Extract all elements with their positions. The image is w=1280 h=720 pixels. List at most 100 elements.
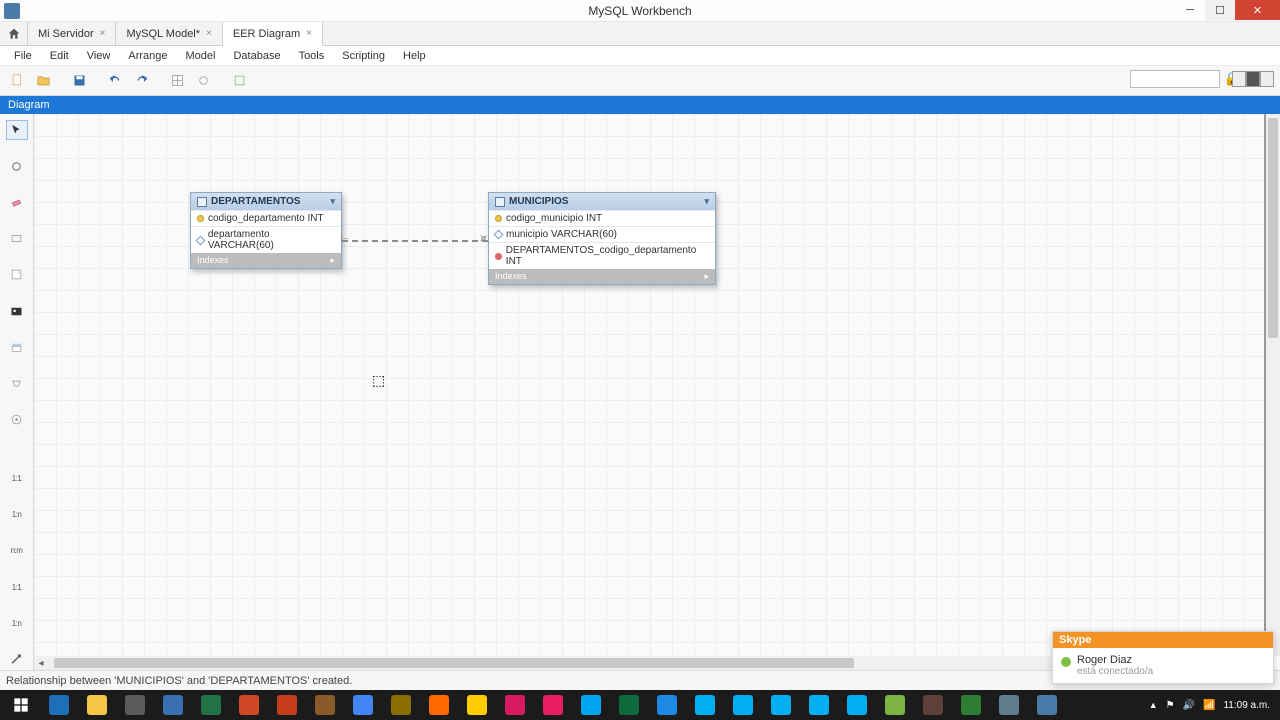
menu-edit[interactable]: Edit bbox=[42, 48, 77, 64]
snap-button[interactable] bbox=[192, 70, 214, 92]
close-icon[interactable]: × bbox=[206, 28, 212, 39]
taskbar-item[interactable] bbox=[116, 690, 154, 720]
tray-clock[interactable]: 11:09 a.m. bbox=[1223, 700, 1270, 711]
menu-help[interactable]: Help bbox=[395, 48, 434, 64]
taskbar-item[interactable] bbox=[534, 690, 572, 720]
entity-header[interactable]: DEPARTAMENTOS ▾ bbox=[191, 193, 341, 210]
column-row[interactable]: DEPARTAMENTOS_codigo_departamento INT bbox=[489, 242, 715, 269]
eraser-tool[interactable] bbox=[6, 192, 28, 212]
menu-file[interactable]: File bbox=[6, 48, 40, 64]
layer-tool[interactable] bbox=[6, 229, 28, 249]
undo-button[interactable] bbox=[104, 70, 126, 92]
tray-network-icon[interactable]: 📶 bbox=[1203, 700, 1215, 711]
minimize-button[interactable]: ─ bbox=[1175, 0, 1205, 20]
tray-volume-icon[interactable]: 🔊 bbox=[1183, 700, 1195, 711]
rel-1-n-nonident-tool[interactable]: 1:n bbox=[6, 505, 28, 525]
rel-existing-tool[interactable] bbox=[6, 650, 28, 670]
home-tab[interactable] bbox=[0, 22, 28, 45]
save-button[interactable] bbox=[68, 70, 90, 92]
tab-mi-servidor[interactable]: Mi Servidor × bbox=[28, 22, 116, 45]
taskbar-item[interactable] bbox=[572, 690, 610, 720]
entity-municipios[interactable]: MUNICIPIOS ▾ codigo_municipio INT munici… bbox=[488, 192, 716, 285]
relationship-line[interactable] bbox=[342, 240, 488, 242]
tray-icon[interactable]: ⚑ bbox=[1166, 700, 1175, 711]
diagram-canvas[interactable]: DEPARTAMENTOS ▾ codigo_departamento INT … bbox=[34, 114, 1266, 656]
scrollbar-thumb[interactable] bbox=[54, 658, 854, 668]
close-button[interactable]: ✕ bbox=[1235, 0, 1280, 20]
taskbar-item[interactable] bbox=[990, 690, 1028, 720]
column-row[interactable]: municipio VARCHAR(60) bbox=[489, 226, 715, 242]
entity-footer[interactable]: Indexes▸ bbox=[489, 269, 715, 284]
image-tool[interactable] bbox=[6, 301, 28, 321]
taskbar-item[interactable] bbox=[420, 690, 458, 720]
taskbar-item[interactable] bbox=[686, 690, 724, 720]
app-icon bbox=[277, 695, 297, 715]
close-icon[interactable]: × bbox=[306, 28, 312, 39]
scroll-left-icon[interactable]: ◂ bbox=[34, 658, 48, 669]
menu-database[interactable]: Database bbox=[225, 48, 288, 64]
export-button[interactable] bbox=[228, 70, 250, 92]
close-icon[interactable]: × bbox=[100, 28, 106, 39]
new-button[interactable] bbox=[6, 70, 28, 92]
hand-tool[interactable] bbox=[6, 156, 28, 176]
taskbar-item[interactable] bbox=[838, 690, 876, 720]
rel-1-1-nonident-tool[interactable]: 1:1 bbox=[6, 469, 28, 489]
taskbar-item[interactable] bbox=[344, 690, 382, 720]
column-row[interactable]: departamento VARCHAR(60) bbox=[191, 226, 341, 253]
taskbar-item[interactable] bbox=[762, 690, 800, 720]
system-tray[interactable]: ▲ ⚑ 🔊 📶 11:09 a.m. bbox=[1149, 700, 1276, 711]
view-tool[interactable] bbox=[6, 373, 28, 393]
taskbar-item[interactable] bbox=[268, 690, 306, 720]
taskbar-item[interactable] bbox=[458, 690, 496, 720]
open-button[interactable] bbox=[32, 70, 54, 92]
app-icon bbox=[163, 695, 183, 715]
vertical-scrollbar[interactable] bbox=[1266, 114, 1280, 656]
menu-view[interactable]: View bbox=[79, 48, 119, 64]
note-tool[interactable] bbox=[6, 265, 28, 285]
menu-tools[interactable]: Tools bbox=[291, 48, 333, 64]
taskbar-item[interactable] bbox=[154, 690, 192, 720]
taskbar-item[interactable] bbox=[40, 690, 78, 720]
filter-icon[interactable]: ▾ bbox=[704, 196, 709, 207]
taskbar-item[interactable] bbox=[800, 690, 838, 720]
taskbar-item[interactable] bbox=[1028, 690, 1066, 720]
filter-icon[interactable]: ▾ bbox=[330, 196, 335, 207]
rel-1-n-ident-tool[interactable]: 1:n bbox=[6, 614, 28, 634]
tab-mysql-model[interactable]: MySQL Model* × bbox=[116, 22, 222, 45]
entity-footer[interactable]: Indexes▸ bbox=[191, 253, 341, 268]
start-button[interactable] bbox=[4, 690, 38, 720]
maximize-button[interactable]: ☐ bbox=[1205, 0, 1235, 20]
taskbar-item[interactable] bbox=[952, 690, 990, 720]
entity-header[interactable]: MUNICIPIOS ▾ bbox=[489, 193, 715, 210]
routine-tool[interactable] bbox=[6, 410, 28, 430]
taskbar-item[interactable] bbox=[876, 690, 914, 720]
entity-departamentos[interactable]: DEPARTAMENTOS ▾ codigo_departamento INT … bbox=[190, 192, 342, 269]
redo-button[interactable] bbox=[130, 70, 152, 92]
taskbar-item[interactable] bbox=[306, 690, 344, 720]
taskbar-item[interactable] bbox=[724, 690, 762, 720]
pointer-tool[interactable] bbox=[6, 120, 28, 140]
taskbar-item[interactable] bbox=[648, 690, 686, 720]
column-row[interactable]: codigo_departamento INT bbox=[191, 210, 341, 226]
rel-n-m-tool[interactable]: n:m bbox=[6, 541, 28, 561]
rel-1-1-ident-tool[interactable]: 1:1 bbox=[6, 578, 28, 598]
tray-overflow-icon[interactable]: ▲ bbox=[1149, 700, 1158, 710]
menu-arrange[interactable]: Arrange bbox=[120, 48, 175, 64]
taskbar-item[interactable] bbox=[192, 690, 230, 720]
taskbar-item[interactable] bbox=[610, 690, 648, 720]
taskbar-item[interactable] bbox=[382, 690, 420, 720]
scrollbar-thumb[interactable] bbox=[1268, 118, 1278, 338]
table-tool[interactable] bbox=[6, 337, 28, 357]
panel-toggle[interactable] bbox=[1232, 71, 1274, 87]
menu-scripting[interactable]: Scripting bbox=[334, 48, 393, 64]
taskbar-item[interactable] bbox=[230, 690, 268, 720]
taskbar-item[interactable] bbox=[78, 690, 116, 720]
menu-model[interactable]: Model bbox=[178, 48, 224, 64]
tab-eer-diagram[interactable]: EER Diagram × bbox=[223, 22, 323, 46]
taskbar-item[interactable] bbox=[496, 690, 534, 720]
taskbar-item[interactable] bbox=[914, 690, 952, 720]
column-row[interactable]: codigo_municipio INT bbox=[489, 210, 715, 226]
search-input[interactable] bbox=[1130, 70, 1220, 88]
skype-notification[interactable]: Skype Roger Diaz está conectado/a bbox=[1052, 631, 1274, 684]
grid-button[interactable] bbox=[166, 70, 188, 92]
